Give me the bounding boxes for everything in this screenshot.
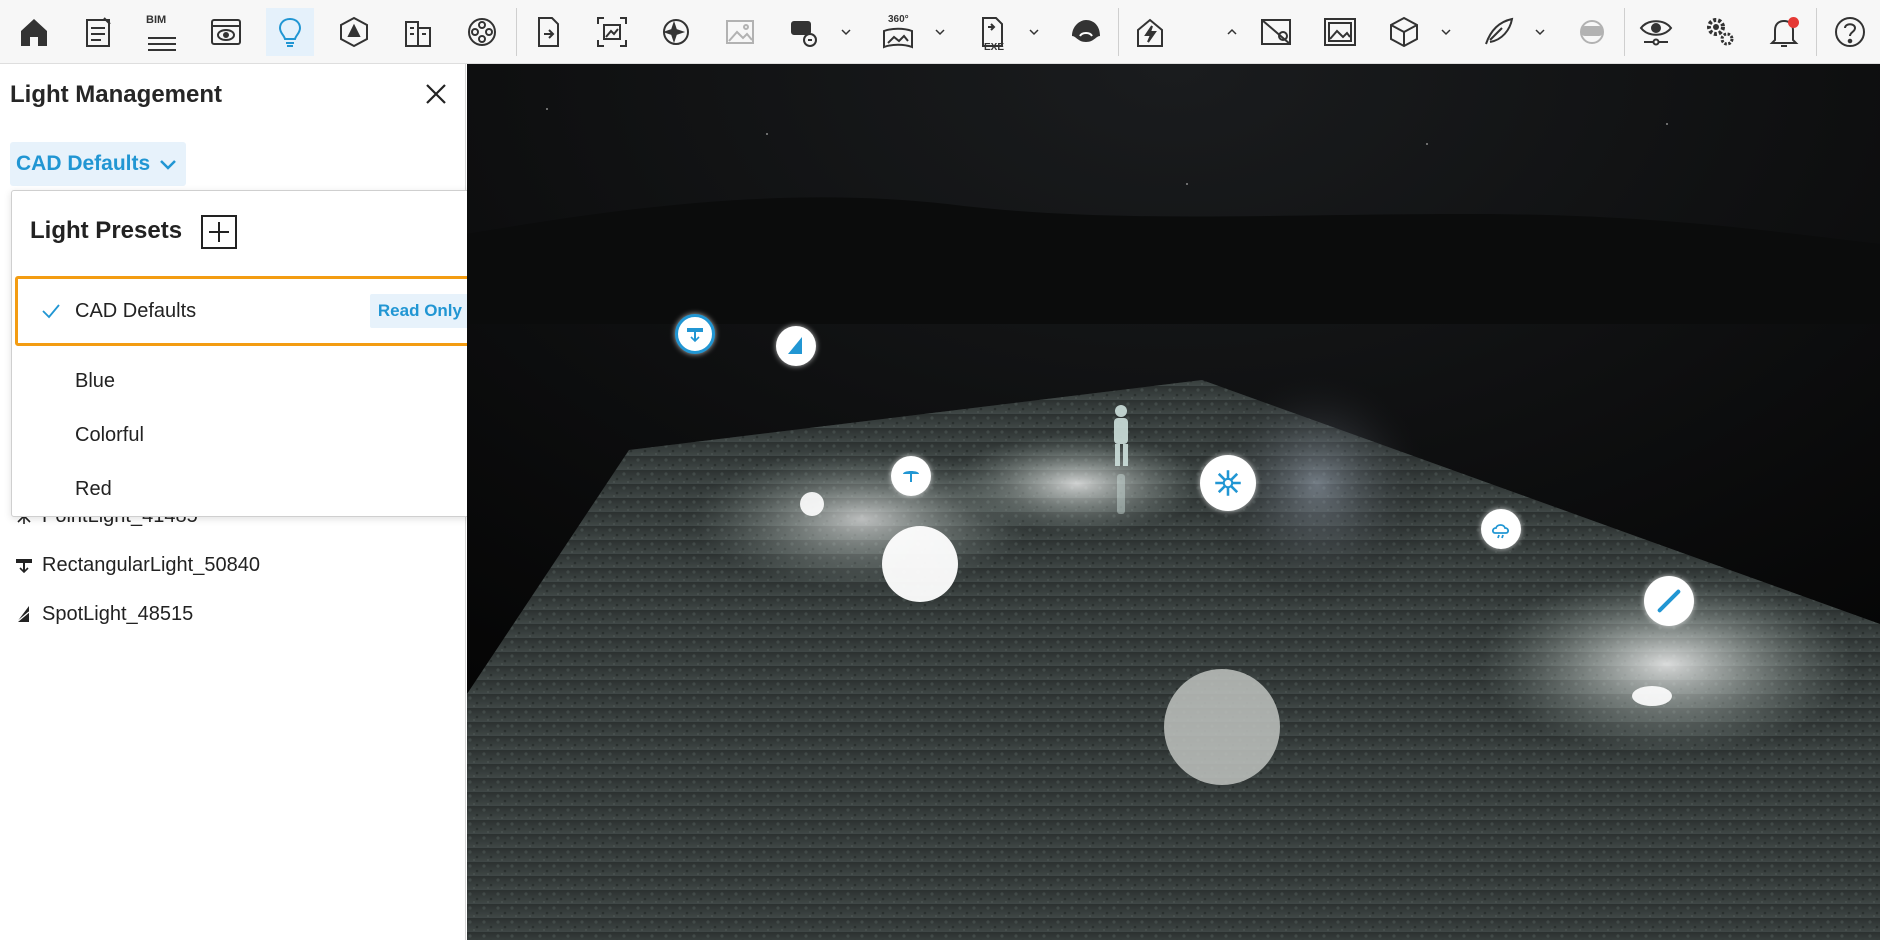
3d-viewport[interactable] <box>467 64 1880 940</box>
plus-icon <box>209 222 229 242</box>
bim-label: BIM <box>146 14 167 26</box>
home-icon[interactable] <box>10 8 58 56</box>
preset-option-blue[interactable]: Blue <box>12 354 494 408</box>
chevron-down-icon <box>160 160 177 170</box>
rectangular-light-gizmo[interactable] <box>675 314 715 354</box>
ai-sparkle-icon[interactable] <box>652 8 700 56</box>
spot-light-gizmo[interactable] <box>776 326 816 366</box>
panel-title: Light Management <box>10 81 223 108</box>
cube-icon[interactable] <box>1380 8 1428 56</box>
lightbulb-icon[interactable] <box>266 8 314 56</box>
read-only-badge: Read Only <box>369 294 470 328</box>
light-list-item[interactable]: RectangularLight_50840 <box>14 550 260 580</box>
point-light-gizmo[interactable] <box>1200 455 1256 511</box>
toolbar-divider <box>516 8 517 56</box>
toolbar-divider <box>1624 8 1625 56</box>
light-label: SpotLight_48515 <box>42 602 194 625</box>
settings-icon[interactable] <box>1696 8 1744 56</box>
cloud-render-icon[interactable] <box>1062 8 1110 56</box>
chevron-down-icon[interactable] <box>1026 22 1042 42</box>
film-reel-icon[interactable] <box>458 8 506 56</box>
map-location-icon[interactable] <box>1252 8 1300 56</box>
close-icon[interactable] <box>420 78 452 110</box>
light-presets-dropdown: Light Presets CAD Defaults Read Only Blu… <box>11 190 495 517</box>
chevron-down-icon[interactable] <box>1532 22 1548 42</box>
exe-label: EXE <box>984 42 1005 53</box>
video-camera-icon[interactable] <box>780 8 828 56</box>
help-icon[interactable] <box>1826 8 1874 56</box>
scene-render <box>467 64 1880 940</box>
preset-option-label: Blue <box>75 369 116 392</box>
enscape-live-icon[interactable] <box>1126 8 1174 56</box>
preset-option-colorful[interactable]: Colorful <box>12 408 494 462</box>
notifications-icon[interactable] <box>1760 8 1808 56</box>
image-icon[interactable] <box>716 8 764 56</box>
light-label: RectangularLight_50840 <box>42 553 260 576</box>
main-toolbar: BIM 360° EXE <box>0 0 1880 64</box>
preview-window-icon[interactable] <box>202 8 250 56</box>
rectangular-light-icon <box>16 559 32 574</box>
vr-headset-icon[interactable] <box>1568 8 1616 56</box>
toolbar-divider <box>1118 8 1119 56</box>
preset-option-label: CAD Defaults <box>75 299 197 322</box>
visibility-icon[interactable] <box>1632 8 1680 56</box>
chevron-down-icon[interactable] <box>932 22 948 42</box>
preset-dropdown-trigger[interactable]: CAD Defaults <box>10 142 187 186</box>
export-file-icon[interactable] <box>524 8 572 56</box>
chevron-up-icon[interactable] <box>1224 22 1240 42</box>
landscape-icon[interactable] <box>330 8 378 56</box>
panorama-label: 360° <box>888 14 909 25</box>
preset-option-red[interactable]: Red <box>12 462 494 516</box>
image-frame-icon[interactable] <box>1316 8 1364 56</box>
panorama-360-icon[interactable]: 360° <box>874 8 922 56</box>
checkmark-icon <box>42 304 60 319</box>
chevron-down-icon[interactable] <box>838 22 854 42</box>
dropdown-title: Light Presets <box>30 217 183 244</box>
preset-selected-label: CAD Defaults <box>16 152 151 175</box>
building-icon[interactable] <box>394 8 442 56</box>
notification-badge <box>1788 17 1799 28</box>
line-light-gizmo[interactable] <box>1644 576 1694 626</box>
preset-option-label: Colorful <box>75 423 144 446</box>
sky-light-gizmo[interactable] <box>1481 509 1521 549</box>
screenshot-icon[interactable] <box>588 8 636 56</box>
spot-light-icon <box>16 606 30 623</box>
add-preset-button[interactable] <box>201 215 237 249</box>
exe-export-icon[interactable]: EXE <box>968 8 1016 56</box>
notes-icon[interactable] <box>74 8 122 56</box>
preset-option-label: Red <box>75 477 112 500</box>
toolbar-divider <box>1816 8 1817 56</box>
feather-icon[interactable] <box>1474 8 1522 56</box>
bim-icon[interactable]: BIM <box>138 8 186 56</box>
preset-option-cad-defaults[interactable]: CAD Defaults Read Only <box>15 276 491 346</box>
light-list-item[interactable]: SpotLight_48515 <box>14 599 193 629</box>
ceiling-light-gizmo[interactable] <box>891 456 931 496</box>
chevron-down-icon[interactable] <box>1438 22 1454 42</box>
